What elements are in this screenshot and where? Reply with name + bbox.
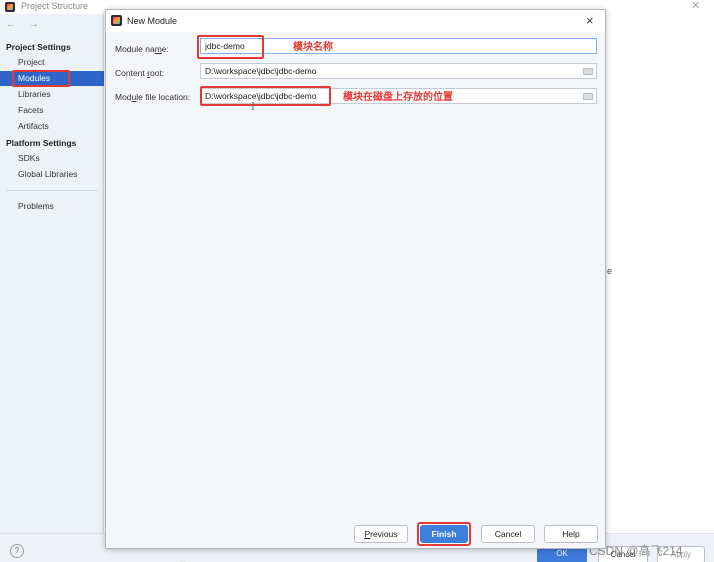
modules-highlight-box <box>12 70 70 87</box>
text-cursor-icon: I <box>251 102 255 113</box>
content-root-label: Content root: <box>115 68 165 78</box>
project-structure-sidebar: ← → Project Settings Project Modules Lib… <box>0 14 104 533</box>
content-root-value: D:\workspace\jdbc\jdbc-demo <box>205 66 317 76</box>
module-file-location-highlight-box <box>200 86 331 106</box>
sidebar-item-artifacts[interactable]: Artifacts <box>18 121 49 131</box>
sidebar-item-project[interactable]: Project <box>18 57 44 67</box>
content-root-browse-folder-icon[interactable] <box>583 68 593 75</box>
project-structure-title: Project Structure <box>21 1 89 11</box>
dialog-close-icon[interactable]: × <box>586 13 594 28</box>
help-icon[interactable]: ? <box>10 544 24 558</box>
sidebar-item-sdks[interactable]: SDKs <box>18 153 40 163</box>
project-structure-close-icon[interactable]: ✕ <box>691 0 700 12</box>
content-root-input[interactable]: D:\workspace\jdbc\jdbc-demo <box>200 63 597 79</box>
previous-button[interactable]: Previous <box>354 525 408 543</box>
sidebar-item-libraries[interactable]: Libraries <box>18 89 51 99</box>
new-module-dialog: New Module × Module name: jdbc-demo 模块名称… <box>105 9 606 549</box>
module-name-annotation: 模块名称 <box>293 42 333 53</box>
project-settings-header: Project Settings <box>6 42 71 52</box>
sidebar-item-global-libraries[interactable]: Global Libraries <box>18 169 78 179</box>
module-name-label: Module name: <box>115 44 169 54</box>
module-file-location-browse-folder-icon[interactable] <box>583 93 593 100</box>
platform-settings-header: Platform Settings <box>6 138 77 148</box>
new-module-titlebar: New Module × <box>106 10 605 32</box>
background-text-fragment: e <box>607 266 613 276</box>
back-forward-arrows-icon[interactable]: ← → <box>6 19 44 30</box>
module-name-highlight-box <box>197 35 264 59</box>
sidebar-item-facets[interactable]: Facets <box>18 105 44 115</box>
bottom-faint-text: … <box>180 558 186 562</box>
cancel-button[interactable]: Cancel <box>481 525 535 543</box>
dialog-title: New Module <box>127 16 178 26</box>
sidebar-divider <box>6 190 98 191</box>
module-file-location-annotation: 模块在磁盘上存放的位置 <box>343 92 453 103</box>
intellij-app-icon <box>5 2 15 12</box>
module-file-location-label: Module file location: <box>115 92 191 102</box>
intellij-dialog-icon <box>111 15 122 26</box>
help-button[interactable]: Help <box>544 525 598 543</box>
finish-highlight-box <box>417 522 471 546</box>
sidebar-item-problems[interactable]: Problems <box>18 201 54 211</box>
